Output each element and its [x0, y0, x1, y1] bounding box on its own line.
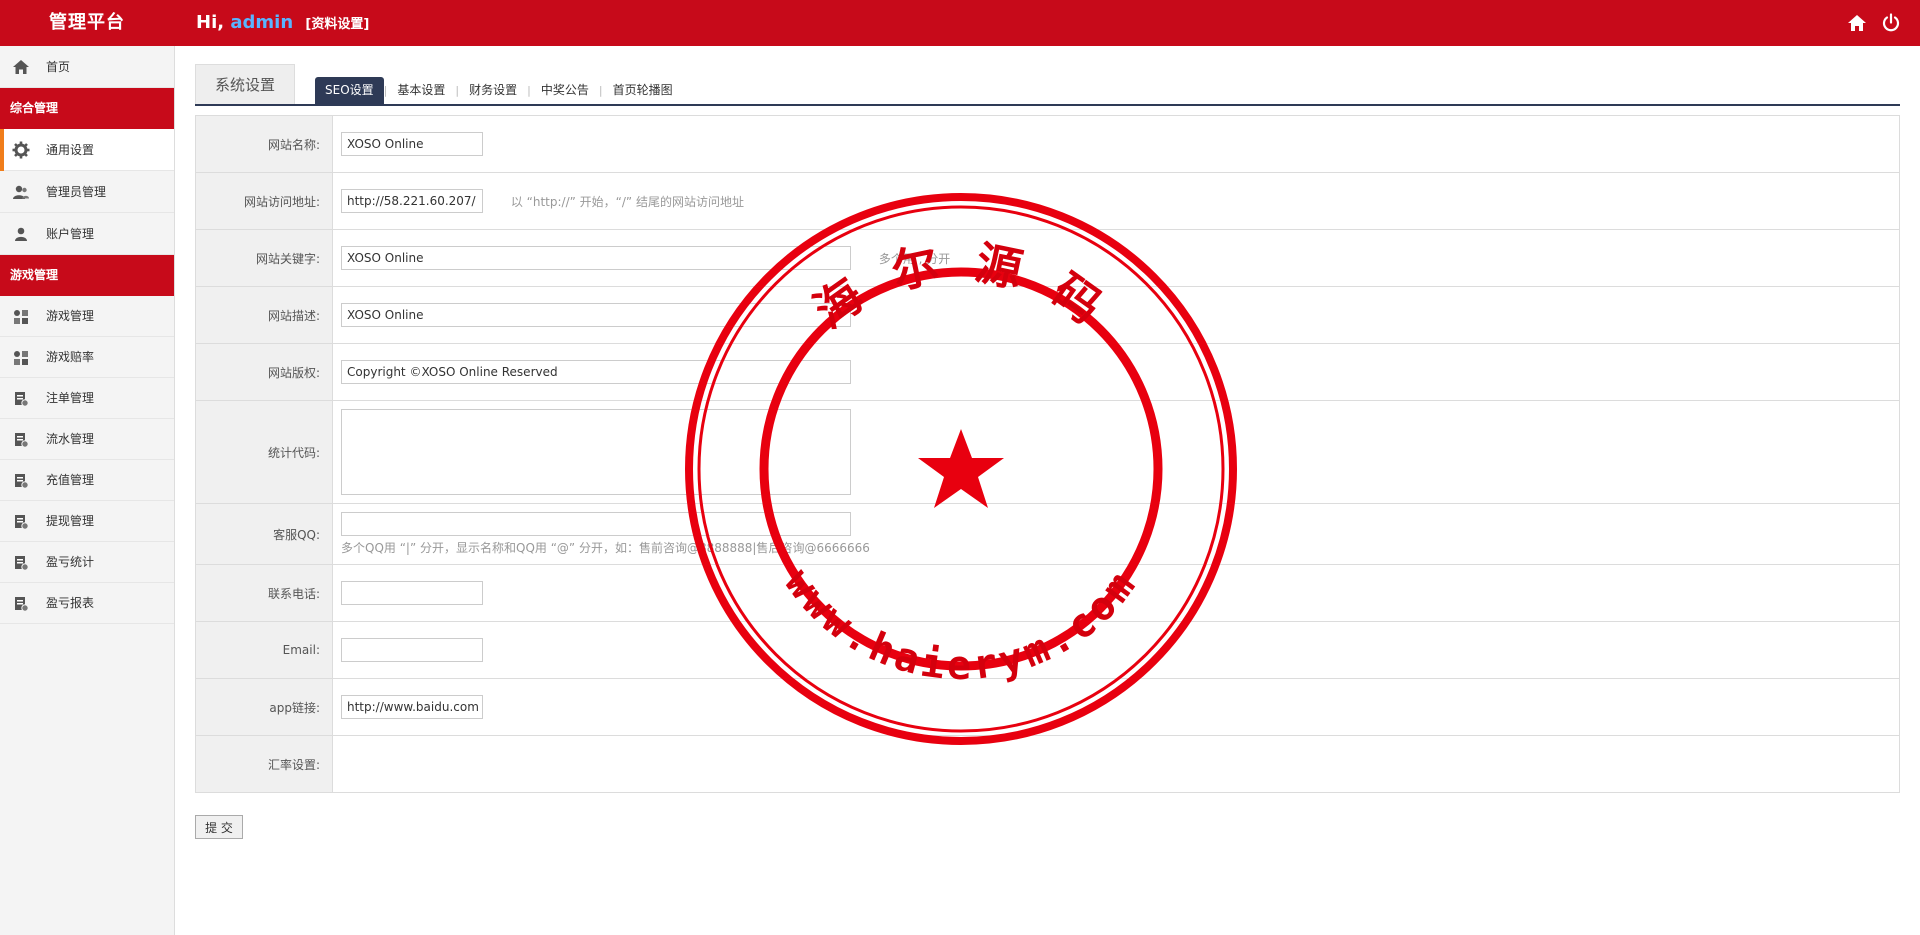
sidebar-item-profit-stats[interactable]: 盈亏统计 [0, 542, 174, 583]
form-row: 统计代码: [195, 400, 1900, 504]
sidebar-item-home[interactable]: 首页 [0, 46, 174, 88]
document-icon [15, 433, 29, 448]
sidebar: 首页 综合管理 通用设置 管理员管理 账户管理 游戏管理 游戏管理 游戏赔率 注… [0, 46, 175, 935]
form-row: 客服QQ: 多个QQ用 “|” 分开，显示名称和QQ用 “@” 分开，如：售前咨… [195, 503, 1900, 565]
form-row: 网站关键字: 多个用 , 分开 [195, 229, 1900, 287]
sidebar-item-label: 游戏赔率 [46, 350, 95, 364]
copyright-label: 网站版权: [195, 343, 333, 401]
email-label: Email: [195, 621, 333, 679]
sidebar-item-account-mgmt[interactable]: 账户管理 [0, 213, 174, 255]
document-icon [15, 392, 29, 407]
tab-lottery-notice[interactable]: 中奖公告 [531, 77, 599, 104]
home-icon[interactable] [1846, 12, 1868, 34]
qq-hint: 多个QQ用 “|” 分开，显示名称和QQ用 “@” 分开，如：售前咨询@8888… [341, 541, 870, 555]
tabs-row: 系统设置 SEO设置 | 基本设置 | 财务设置 | 中奖公告 | 首页轮播图 [195, 46, 1900, 106]
site-name-input[interactable] [341, 132, 483, 156]
username[interactable]: admin [230, 12, 293, 33]
site-url-label: 网站访问地址: [195, 172, 333, 230]
sidebar-item-label: 游戏管理 [46, 309, 95, 323]
sidebar-item-label: 账户管理 [46, 227, 95, 241]
sidebar-group-general: 综合管理 [0, 88, 174, 129]
user-icon [15, 227, 27, 241]
site-url-hint: 以 “http://” 开始，“/” 结尾的网站访问地址 [510, 194, 744, 209]
document-icon [15, 474, 29, 489]
sidebar-item-game-mgmt[interactable]: 游戏管理 [0, 296, 174, 337]
site-name-label: 网站名称: [195, 115, 333, 173]
phone-input[interactable] [341, 581, 483, 605]
form-row: 汇率设置: [195, 735, 1900, 793]
copyright-input[interactable] [341, 360, 851, 384]
form-row: app链接: [195, 678, 1900, 736]
keywords-label: 网站关键字: [195, 229, 333, 287]
power-icon[interactable] [1880, 12, 1902, 34]
document-icon [15, 515, 29, 530]
keywords-input[interactable] [341, 246, 851, 270]
form-row: 网站访问地址: 以 “http://” 开始，“/” 结尾的网站访问地址 [195, 172, 1900, 230]
phone-label: 联系电话: [195, 564, 333, 622]
sidebar-item-admin-mgmt[interactable]: 管理员管理 [0, 171, 174, 213]
users-icon [13, 185, 29, 199]
sidebar-item-general-settings[interactable]: 通用设置 [0, 129, 174, 171]
sidebar-item-flow-mgmt[interactable]: 流水管理 [0, 419, 174, 460]
exchange-rate-label: 汇率设置: [195, 735, 333, 793]
site-url-input[interactable] [341, 189, 483, 213]
greeting: Hi, admin [资料设置] [196, 0, 369, 46]
page-subtitle: [资料设置] [305, 17, 370, 32]
home-icon [13, 60, 29, 74]
sidebar-item-label: 流水管理 [46, 432, 95, 446]
greeting-prefix: Hi, [196, 12, 225, 33]
sidebar-item-label: 充值管理 [46, 473, 95, 487]
qq-input[interactable] [341, 512, 851, 536]
tab-system-settings[interactable]: 系统设置 [195, 64, 295, 104]
form-row: Email: [195, 621, 1900, 679]
document-icon [15, 597, 29, 612]
sidebar-item-label: 提现管理 [46, 514, 95, 528]
email-input[interactable] [341, 638, 483, 662]
sidebar-item-label: 通用设置 [46, 143, 95, 157]
keywords-hint: 多个用 , 分开 [878, 251, 951, 266]
sidebar-group-games: 游戏管理 [0, 255, 174, 296]
stats-code-label: 统计代码: [195, 400, 333, 504]
description-input[interactable] [341, 303, 851, 327]
sidebar-item-recharge-mgmt[interactable]: 充值管理 [0, 460, 174, 501]
form-row: 网站描述: [195, 286, 1900, 344]
description-label: 网站描述: [195, 286, 333, 344]
form-row: 网站版权: [195, 343, 1900, 401]
qq-label: 客服QQ: [195, 503, 333, 565]
apps-icon [14, 351, 28, 365]
sidebar-item-label: 管理员管理 [46, 185, 107, 199]
apps-icon [14, 310, 28, 324]
app-link-input[interactable] [341, 695, 483, 719]
app-link-label: app链接: [195, 678, 333, 736]
header-icons [1846, 12, 1902, 34]
tab-carousel[interactable]: 首页轮播图 [603, 77, 683, 104]
gear-icon [12, 141, 30, 159]
settings-form: 网站名称: 网站访问地址: 以 “http://” 开始，“/” 结尾的网站访问… [195, 115, 1900, 793]
sidebar-item-withdraw-mgmt[interactable]: 提现管理 [0, 501, 174, 542]
document-icon [15, 556, 29, 571]
sidebar-item-label: 盈亏报表 [46, 596, 95, 610]
stats-code-textarea[interactable] [341, 409, 851, 495]
form-row: 联系电话: [195, 564, 1900, 622]
sidebar-item-bet-mgmt[interactable]: 注单管理 [0, 378, 174, 419]
tab-finance[interactable]: 财务设置 [459, 77, 527, 104]
main-content: 系统设置 SEO设置 | 基本设置 | 财务设置 | 中奖公告 | 首页轮播图 … [195, 46, 1900, 839]
sidebar-item-label: 首页 [46, 60, 71, 74]
sidebar-item-label: 盈亏统计 [46, 555, 95, 569]
form-row: 网站名称: [195, 115, 1900, 173]
sub-tabs: SEO设置 | 基本设置 | 财务设置 | 中奖公告 | 首页轮播图 [315, 77, 683, 104]
submit-button[interactable]: 提 交 [195, 815, 243, 839]
brand-title: 管理平台 [49, 12, 125, 33]
sidebar-item-game-odds[interactable]: 游戏赔率 [0, 337, 174, 378]
top-header: 管理平台 Hi, admin [资料设置] [0, 0, 1920, 46]
tab-seo[interactable]: SEO设置 [315, 77, 384, 104]
sidebar-item-label: 注单管理 [46, 391, 95, 405]
tab-basic[interactable]: 基本设置 [387, 77, 455, 104]
sidebar-item-profit-report[interactable]: 盈亏报表 [0, 583, 174, 624]
